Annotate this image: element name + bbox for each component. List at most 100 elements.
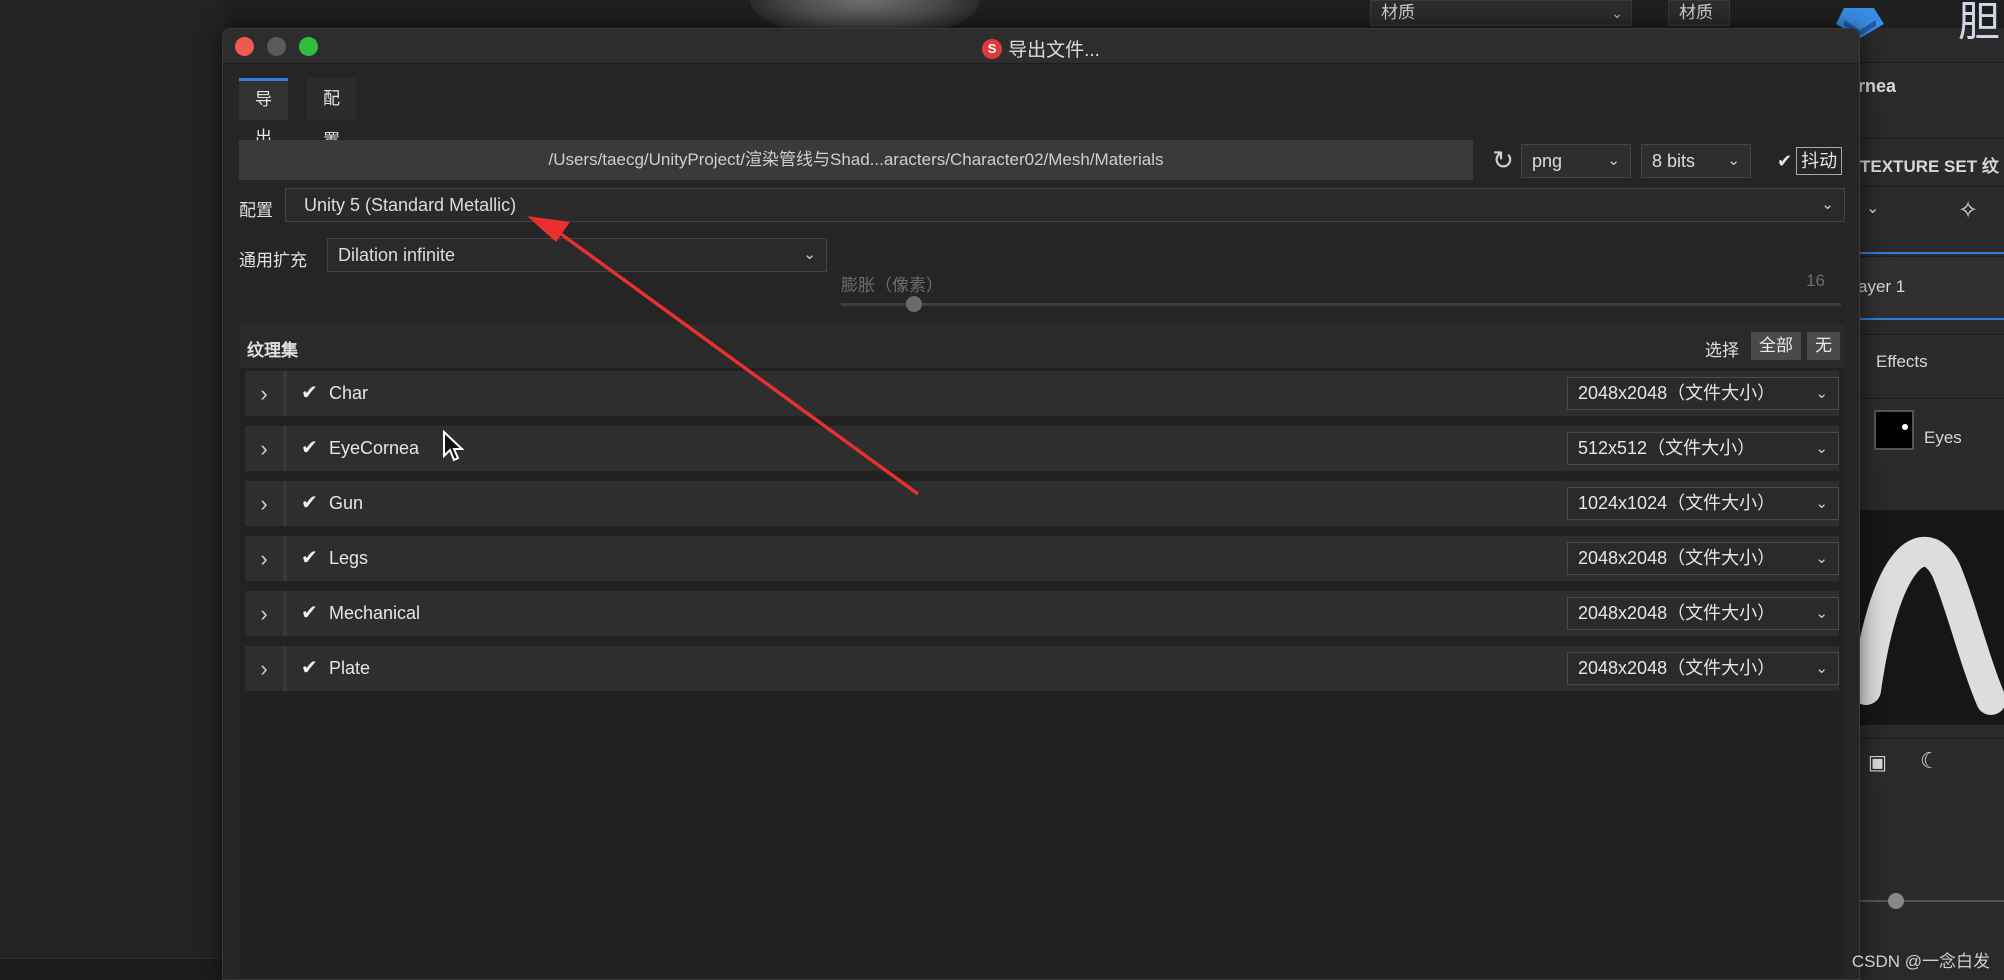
texture-set-row[interactable]: › ✔ Legs 2048x2048（文件大小） ⌄ [245,536,1839,581]
chevron-down-icon: ⌄ [1815,385,1828,402]
texture-set-name: Plate [329,658,371,678]
chevron-down-icon: ⌄ [1815,550,1828,567]
texture-sets-panel: 纹理集 选择 全部 无 › ✔ Char 2048x2048（文件大小） ⌄ › … [239,324,1845,979]
dithering-label: 抖动 [1796,147,1843,175]
check-icon[interactable]: ✔ [301,426,318,471]
texture-sets-title: 纹理集 [247,341,298,360]
effects-label: Effects [1876,352,1928,371]
chevron-right-icon[interactable]: › [245,646,287,691]
dialog-content: 导出 配置 /Users/taecg/UnityProject/渲染管线与Sha… [239,64,1845,979]
layer-selection-line-top [1856,252,2004,254]
stencil-icon[interactable]: ▣ [1868,750,1887,775]
texture-set-row[interactable]: › ✔ Plate 2048x2048（文件大小） ⌄ [245,646,1839,691]
dialog-title: S 导出文件... [223,35,1859,62]
resolution-select[interactable]: 1024x1024（文件大小） ⌄ [1567,487,1839,520]
resolution-value: 512x512（文件大小） [1578,438,1756,458]
dialog-titlebar: S 导出文件... [223,29,1859,64]
brush-size-slider-track[interactable] [1856,900,2004,902]
chevron-down-icon: ⌄ [1727,152,1740,169]
check-icon[interactable]: ✔ [301,371,318,416]
material-select-2[interactable]: 材质 [1668,0,1730,26]
tab-config[interactable]: 配置 [307,78,356,150]
dithering-checkbox[interactable]: ✔ 抖动 [1777,146,1843,176]
tab-export[interactable]: 导出 [239,78,288,147]
resolution-value: 2048x2048（文件大小） [1578,658,1776,678]
chevron-down-icon: ⌄ [1815,495,1828,512]
chevron-right-icon[interactable]: › [245,536,287,581]
chevron-down-icon: ⌄ [1821,196,1834,213]
texture-set-label: TEXTURE SET 纹 [1860,157,1999,176]
config-preset-select[interactable]: Unity 5 (Standard Metallic) ⌄ [285,188,1845,222]
check-icon[interactable]: ✔ [301,591,318,636]
chevron-right-icon[interactable]: › [245,481,287,526]
magic-wand-icon[interactable]: ✧ [1958,196,1978,225]
bit-depth-value: 8 bits [1652,151,1696,171]
resolution-select[interactable]: 2048x2048（文件大小） ⌄ [1567,652,1839,685]
file-format-value: png [1532,151,1563,171]
output-path-field[interactable]: /Users/taecg/UnityProject/渲染管线与Shad...ar… [239,140,1473,180]
eyes-thumbnail [1874,410,1914,450]
select-none-button[interactable]: 无 [1807,332,1840,360]
padding-label: 通用扩充 [239,251,307,270]
chevron-down-icon: ⌄ [1607,152,1620,169]
chevron-right-icon[interactable]: › [245,371,287,416]
refresh-icon[interactable]: ↻ [1489,146,1517,174]
viewport-status-bar [0,958,225,980]
chevron-down-icon: ⌄ [1815,440,1828,457]
layer-item-label: ayer 1 [1858,277,1906,296]
dilation-slider-track[interactable] [841,303,1841,306]
dialog-title-text: 导出文件... [1008,40,1100,61]
resolution-value: 1024x1024（文件大小） [1578,493,1776,513]
app-logo-text: 胆 [1958,0,2001,46]
dilation-value: 16 [1806,271,1825,290]
check-icon: ✔ [1777,151,1793,171]
watermark: CSDN @一念白发 [1851,952,1990,971]
texture-set-row[interactable]: › ✔ EyeCornea 512x512（文件大小） ⌄ [245,426,1839,471]
texture-set-row[interactable]: › ✔ Mechanical 2048x2048（文件大小） ⌄ [245,591,1839,636]
padding-value: Dilation infinite [338,245,456,265]
resolution-select[interactable]: 512x512（文件大小） ⌄ [1567,432,1839,465]
texture-sets-header: 纹理集 选择 全部 无 [239,324,1845,368]
file-format-select[interactable]: png ⌄ [1521,144,1631,178]
config-preset-value: Unity 5 (Standard Metallic) [304,195,517,215]
resolution-select[interactable]: 2048x2048（文件大小） ⌄ [1567,542,1839,575]
check-icon[interactable]: ✔ [301,646,318,691]
texture-set-name: Mechanical [329,603,421,623]
texture-set-row[interactable]: › ✔ Gun 1024x1024（文件大小） ⌄ [245,481,1839,526]
chevron-down-icon: ⌄ [1815,605,1828,622]
resolution-value: 2048x2048（文件大小） [1578,603,1776,623]
check-icon[interactable]: ✔ [301,536,318,581]
substance-logo-icon: S [982,38,1003,59]
dilation-slider-thumb[interactable] [906,296,922,312]
select-all-button[interactable]: 全部 [1751,332,1801,360]
material-select-2-label: 材质 [1679,3,1713,22]
bit-depth-select[interactable]: 8 bits ⌄ [1641,144,1751,178]
chevron-right-icon[interactable]: › [245,591,287,636]
eyes-label: Eyes [1924,428,1962,447]
chevron-down-icon[interactable]: ⌄ [1866,198,1879,218]
dilation-label: 膨胀（像素） [841,276,943,295]
chevron-down-icon: ⌄ [1611,5,1623,21]
background-viewport [0,0,225,980]
material-select-label: 材质 [1381,3,1415,22]
resolution-select[interactable]: 2048x2048（文件大小） ⌄ [1567,597,1839,630]
texture-set-name: Char [329,383,369,403]
chevron-right-icon[interactable]: › [245,426,287,471]
brush-preview [1856,510,2004,725]
brush-size-slider-thumb[interactable] [1888,893,1904,909]
resolution-select[interactable]: 2048x2048（文件大小） ⌄ [1567,377,1839,410]
texture-set-name: Legs [329,548,369,568]
config-label: 配置 [239,201,273,220]
chevron-down-icon: ⌄ [1815,660,1828,677]
texture-set-name: EyeCornea [329,438,420,458]
check-icon[interactable]: ✔ [301,481,318,526]
chevron-down-icon: ⌄ [803,246,816,263]
texture-set-row[interactable]: › ✔ Char 2048x2048（文件大小） ⌄ [245,371,1839,416]
resolution-value: 2048x2048（文件大小） [1578,548,1776,568]
layer-selection-line-bottom [1856,318,2004,320]
padding-select[interactable]: Dilation infinite ⌄ [327,238,827,272]
material-select[interactable]: 材质 ⌄ [1370,0,1632,26]
moon-icon[interactable]: ☾ [1920,748,1940,774]
texture-set-name: Gun [329,493,364,513]
mouse-cursor-icon [443,430,465,462]
